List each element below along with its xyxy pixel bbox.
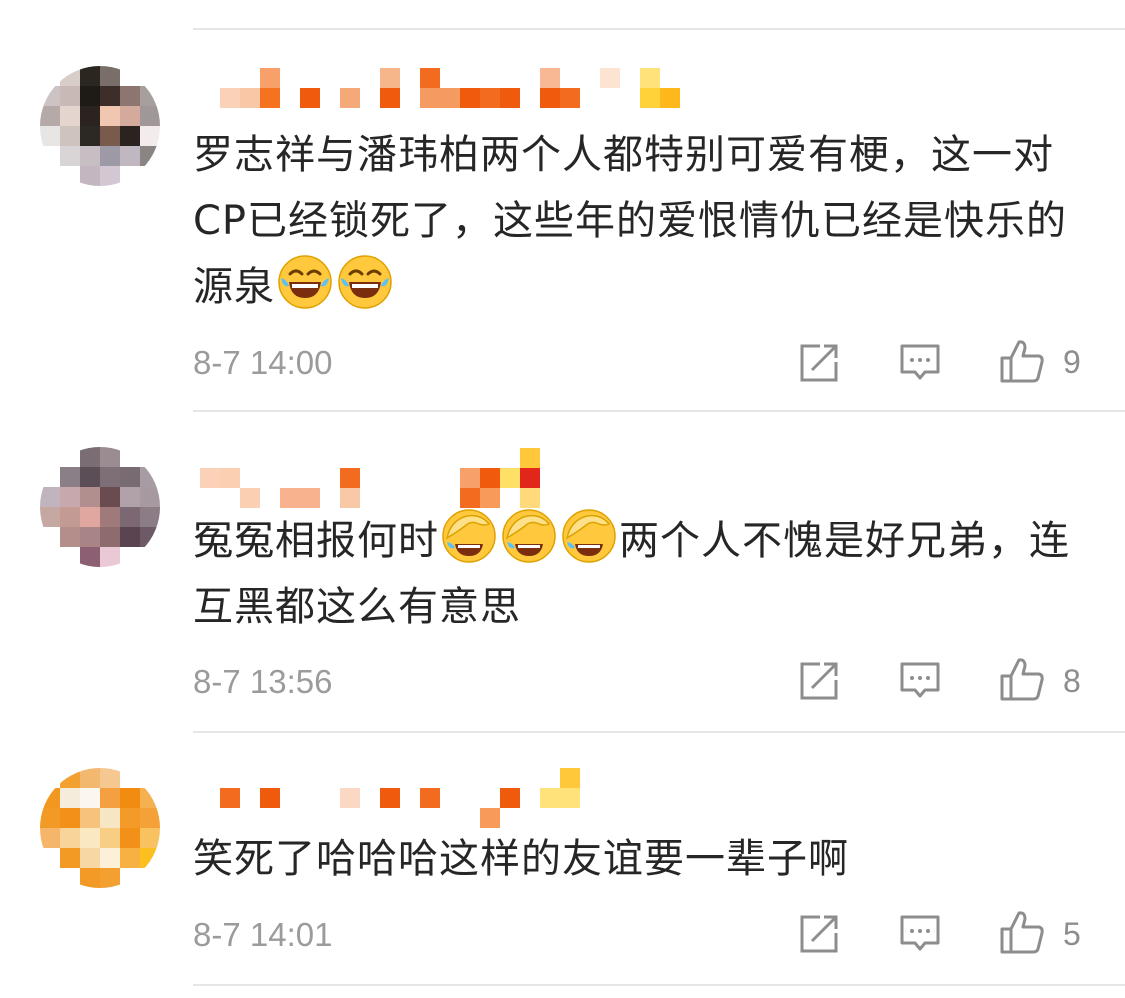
like-count: 9: [1063, 344, 1081, 380]
avatar[interactable]: [40, 447, 160, 567]
thumbs-up-icon[interactable]: [999, 909, 1045, 955]
comment-text: 笑死了哈哈哈这样的友谊要一辈子啊: [193, 826, 1073, 892]
avatar[interactable]: [40, 66, 160, 186]
bottom-divider: [193, 984, 1125, 986]
avatar[interactable]: [40, 768, 160, 888]
comment-icon[interactable]: [899, 342, 941, 384]
laugh-cry-emoji: [277, 254, 333, 310]
top-divider: [193, 28, 1125, 30]
repost-icon[interactable]: [798, 660, 840, 702]
username-mosaic[interactable]: [200, 68, 700, 108]
comment-text: 冤冤相报何时 两个人不愧是好兄弟，连互黑都这么有意思: [193, 508, 1073, 640]
thumbs-up-icon[interactable]: [999, 656, 1045, 702]
username-mosaic[interactable]: [200, 448, 700, 508]
thumbs-up-icon[interactable]: [999, 338, 1045, 384]
comment-icon[interactable]: [899, 913, 941, 955]
like-count: 5: [1063, 916, 1081, 952]
comment-text: 罗志祥与潘玮柏两个人都特别可爱有梗，这一对CP已经锁死了，这些年的爱恨情仇已经是…: [193, 122, 1073, 320]
laugh-cry-emoji: [337, 254, 393, 310]
username-mosaic[interactable]: [200, 768, 700, 828]
comment-text-body: 笑死了哈哈哈这样的友谊要一辈子啊: [193, 836, 849, 882]
comment-divider: [193, 410, 1125, 412]
facepalm-laugh-emoji: [501, 508, 557, 564]
comment-divider: [193, 731, 1125, 733]
comment-timestamp: 8-7 13:56: [193, 663, 333, 700]
comment-text-before: 冤冤相报何时: [193, 518, 439, 564]
comment-timestamp: 8-7 14:00: [193, 344, 333, 381]
facepalm-laugh-emoji: [441, 508, 497, 564]
like-count: 8: [1063, 663, 1081, 699]
comment-timestamp: 8-7 14:01: [193, 916, 333, 953]
repost-icon[interactable]: [798, 913, 840, 955]
repost-icon[interactable]: [798, 342, 840, 384]
comment-icon[interactable]: [899, 660, 941, 702]
facepalm-laugh-emoji: [561, 508, 617, 564]
